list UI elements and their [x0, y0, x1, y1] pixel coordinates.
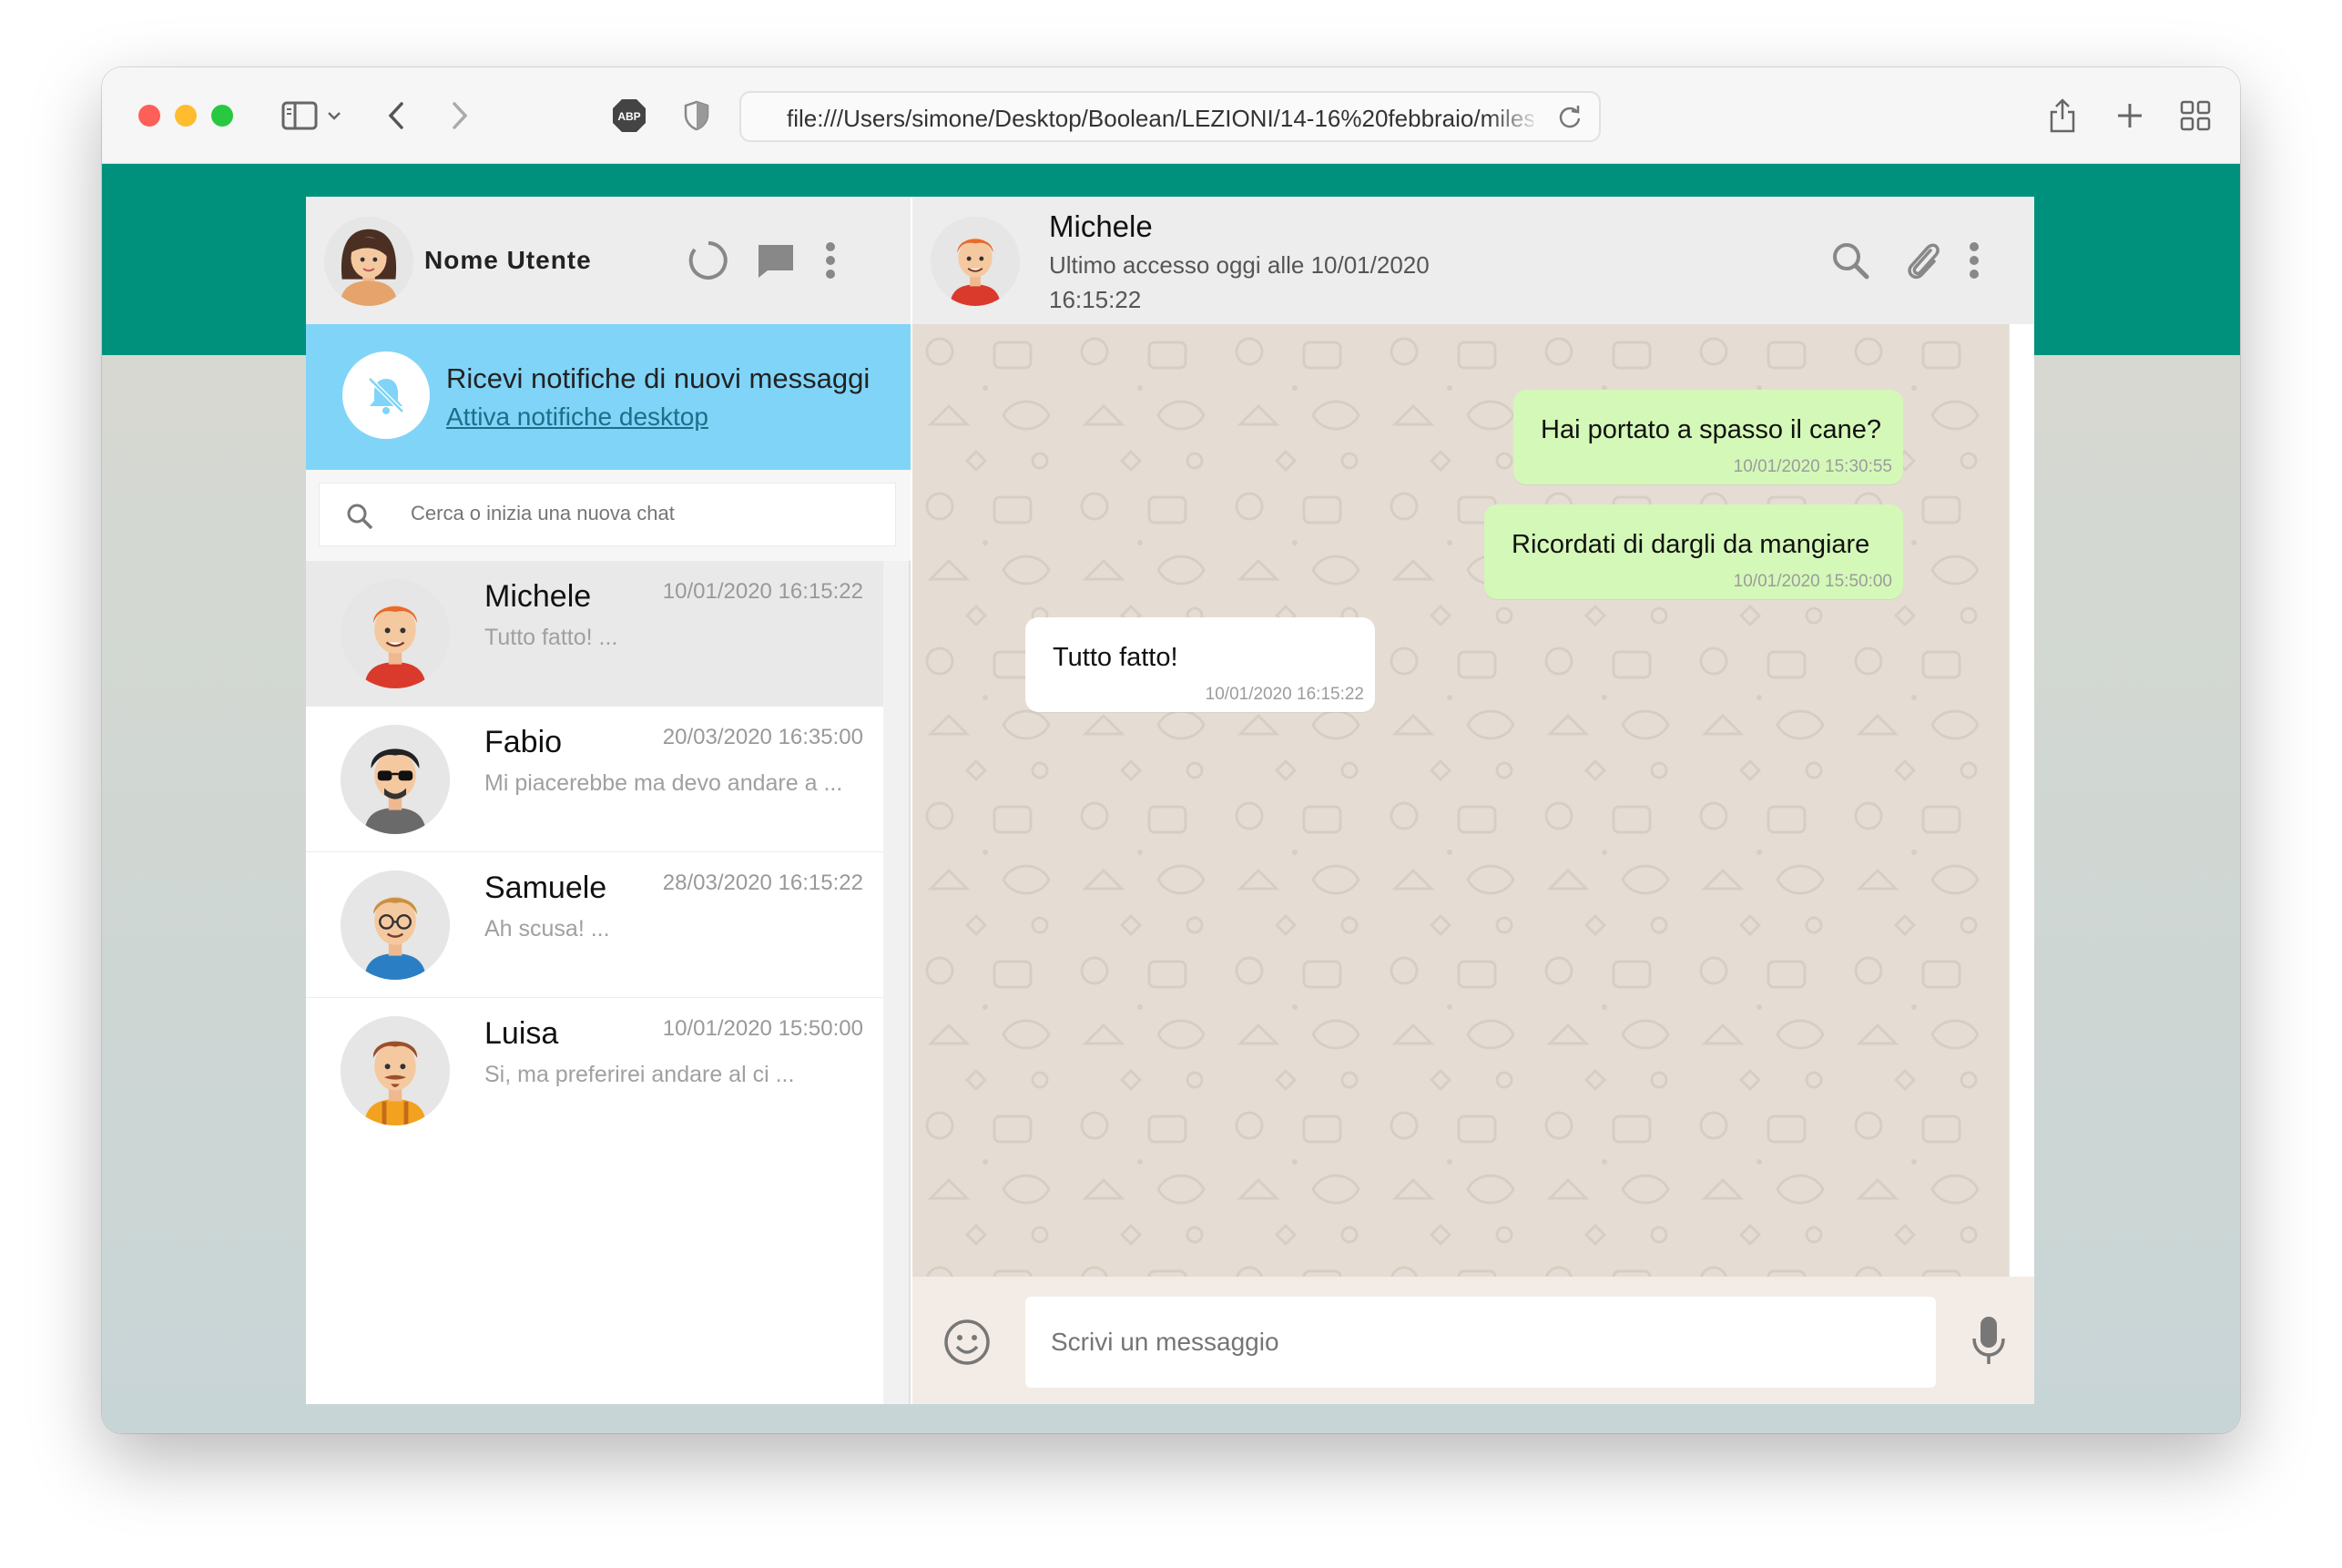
shield-icon[interactable]: [676, 95, 718, 137]
composer: [912, 1277, 2034, 1404]
message-area: Hai portato a spasso il cane? 10/01/2020…: [912, 324, 2009, 1277]
chat-contact-status: Ultimo accesso oggi alle 10/01/2020 16:1…: [1049, 251, 1430, 313]
url-fade: [1488, 97, 1543, 138]
contact-preview: Ah scusa! ...: [484, 916, 610, 942]
chat-panel: Michele Ultimo accesso oggi alle 10/01/2…: [912, 197, 2034, 1404]
contact-name: Samuele: [484, 871, 607, 905]
message-input[interactable]: [1025, 1297, 1936, 1388]
contact-name: Michele: [484, 579, 592, 614]
left-panel: Nome Utente Ricevi notifiche di nuovi me…: [306, 197, 911, 1404]
contact-list: Michele 10/01/2020 16:15:22 Tutto fatto!…: [306, 561, 883, 1144]
forward-icon[interactable]: [439, 95, 481, 137]
search-box: [319, 483, 896, 546]
contact-preview: Mi piacerebbe ma devo andare a ...: [484, 770, 843, 796]
user-name: Nome Utente: [424, 246, 592, 274]
svg-text:ABP: ABP: [617, 110, 640, 123]
contact-time: 10/01/2020 15:50:00: [662, 1016, 863, 1041]
message-sent: Hai portato a spasso il cane? 10/01/2020…: [1513, 390, 1903, 484]
avatar: [341, 1016, 450, 1125]
message-sent: Ricordati di dargli da mangiare 10/01/20…: [1484, 504, 1903, 599]
browser-window: ABP file:///Users/simone/Desktop/Boolean…: [102, 67, 2240, 1433]
enable-notifications-link[interactable]: Attiva notifiche desktop: [446, 402, 708, 432]
contact-list-scrollbar[interactable]: [883, 561, 909, 1404]
message-area-scrollbar[interactable]: [2009, 324, 2034, 1277]
chat-contact-avatar[interactable]: [931, 217, 1020, 306]
message-time: 10/01/2020 15:50:00: [1733, 572, 1892, 591]
message-time: 10/01/2020 15:30:55: [1733, 457, 1892, 476]
browser-toolbar: ABP file:///Users/simone/Desktop/Boolean…: [102, 67, 2240, 164]
search-icon[interactable]: [1823, 233, 1878, 288]
contact-time: 10/01/2020 16:15:22: [662, 579, 863, 604]
attachment-icon[interactable]: [1896, 233, 1950, 288]
contact-item-samuele[interactable]: Samuele 28/03/2020 16:15:22 Ah scusa! ..…: [306, 852, 883, 998]
share-icon[interactable]: [2042, 95, 2083, 137]
contact-item-fabio[interactable]: Fabio 20/03/2020 16:35:00 Mi piacerebbe …: [306, 707, 883, 852]
close-window-button[interactable]: [138, 105, 160, 127]
minimize-window-button[interactable]: [175, 105, 197, 127]
contact-preview: Si, ma preferirei andare al ci ...: [484, 1062, 795, 1087]
message-text: Tutto fatto!: [1053, 643, 1178, 672]
avatar: [341, 725, 450, 834]
tab-overview-icon[interactable]: [2174, 95, 2216, 137]
zoom-window-button[interactable]: [211, 105, 233, 127]
message-time: 10/01/2020 16:15:22: [1205, 685, 1364, 704]
url-text: file:///Users/simone/Desktop/Boolean/LEZ…: [787, 105, 1533, 132]
contact-preview: Tutto fatto! ...: [484, 625, 618, 650]
reload-icon[interactable]: [1557, 104, 1583, 134]
sidebar-toggle-icon[interactable]: [279, 95, 321, 137]
status-icon[interactable]: [681, 233, 736, 288]
message-text: Hai portato a spasso il cane?: [1541, 415, 1881, 444]
bell-off-icon: [342, 351, 430, 439]
chat-menu-icon[interactable]: [1947, 233, 2001, 288]
chat-header: Michele Ultimo accesso oggi alle 10/01/2…: [912, 197, 2034, 324]
whatsapp-app: Nome Utente Ricevi notifiche di nuovi me…: [306, 197, 2034, 1404]
search-icon: [345, 502, 374, 535]
contact-name: Fabio: [484, 725, 563, 759]
contact-item-michele[interactable]: Michele 10/01/2020 16:15:22 Tutto fatto!…: [306, 561, 883, 707]
menu-icon[interactable]: [803, 233, 858, 288]
message-text: Ricordati di dargli da mangiare: [1512, 530, 1870, 559]
notification-banner: Ricevi notifiche di nuovi messaggi Attiv…: [306, 324, 911, 470]
chevron-down-icon[interactable]: [321, 95, 348, 137]
back-icon[interactable]: [375, 95, 417, 137]
contact-item-luisa[interactable]: Luisa 10/01/2020 15:50:00 Si, ma preferi…: [306, 998, 883, 1144]
new-tab-icon[interactable]: [2109, 95, 2151, 137]
user-header: Nome Utente: [306, 197, 911, 324]
notification-title: Ricevi notifiche di nuovi messaggi: [446, 362, 871, 394]
emoji-icon[interactable]: [938, 1313, 996, 1371]
contact-time: 20/03/2020 16:35:00: [662, 725, 863, 749]
search-input[interactable]: [411, 502, 866, 525]
adblock-icon[interactable]: ABP: [608, 95, 650, 137]
search-bar: [306, 470, 911, 561]
contact-time: 28/03/2020 16:15:22: [662, 871, 863, 895]
message-received: Tutto fatto! 10/01/2020 16:15:22: [1025, 617, 1375, 712]
user-avatar[interactable]: [324, 217, 413, 306]
url-bar[interactable]: file:///Users/simone/Desktop/Boolean/LEZ…: [739, 91, 1601, 142]
chat-contact-name: Michele: [1049, 209, 1153, 243]
chat-icon[interactable]: [748, 233, 803, 288]
avatar: [341, 579, 450, 688]
page-background: Nome Utente Ricevi notifiche di nuovi me…: [102, 164, 2240, 1433]
contact-name: Luisa: [484, 1016, 559, 1051]
microphone-icon[interactable]: [1963, 1311, 2014, 1371]
avatar: [341, 871, 450, 980]
